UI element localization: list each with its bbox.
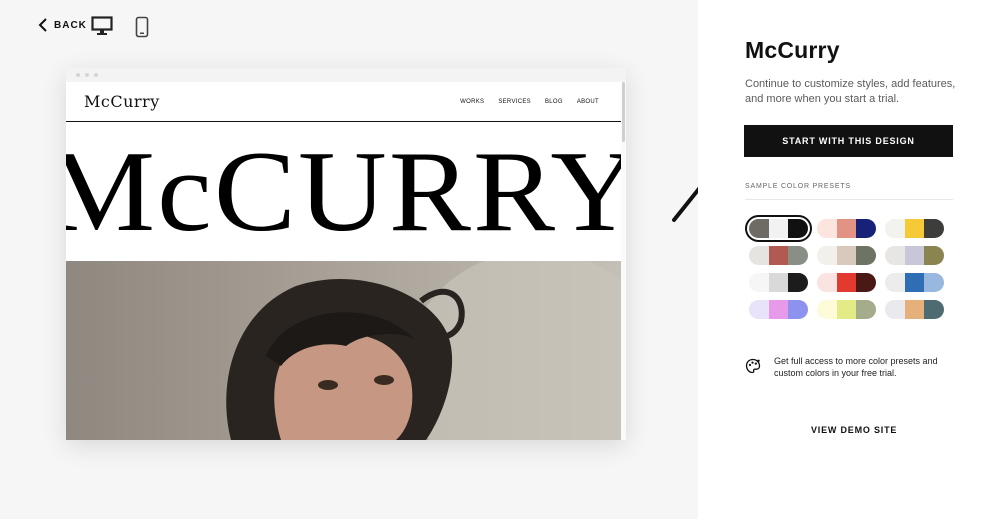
site-logo: McCurry [84, 92, 160, 111]
swatch-color [768, 219, 789, 238]
swatch-color [836, 300, 857, 319]
preview-window-chrome [66, 68, 626, 82]
swatch-color [856, 300, 876, 319]
color-preset-swatch[interactable] [817, 219, 876, 238]
swatch-color [904, 273, 925, 292]
swatch-color [924, 273, 944, 292]
hero-heading: McCURRY [66, 128, 626, 256]
swatch-color [856, 246, 876, 265]
divider [745, 199, 953, 200]
site-nav-item: BLOG [544, 98, 563, 105]
template-info-panel: McCurry Continue to customize styles, ad… [698, 0, 1000, 519]
color-preset-swatch[interactable] [885, 246, 944, 265]
swatch-color [749, 273, 769, 292]
swatch-color [788, 219, 808, 238]
swatch-color [885, 300, 905, 319]
color-preset-swatch[interactable] [745, 215, 812, 242]
portrait-image [226, 261, 621, 440]
site-header: McCurry WORKS SERVICES BLOG ABOUT [66, 82, 621, 122]
swatch-color [885, 273, 905, 292]
swatch-color [749, 246, 769, 265]
swatch-color [904, 219, 925, 238]
chevron-left-icon [38, 18, 47, 32]
palette-icon [745, 358, 761, 374]
swatch-color [856, 219, 876, 238]
template-title: McCurry [745, 37, 840, 63]
color-preset-swatch[interactable] [885, 219, 944, 238]
swatch-color [817, 300, 837, 319]
color-preset-swatch[interactable] [749, 246, 808, 265]
upgrade-note: Get full access to more color presets an… [774, 356, 938, 378]
swatch-color [768, 273, 789, 292]
swatch-color [856, 273, 876, 292]
color-preset-swatch[interactable] [749, 273, 808, 292]
view-demo-site-link[interactable]: VIEW DEMO SITE [811, 425, 897, 435]
hero-photo [66, 261, 621, 440]
site-nav-item: WORKS [460, 98, 485, 105]
color-preset-swatch[interactable] [817, 246, 876, 265]
swatch-color [836, 246, 857, 265]
site-nav-item: ABOUT [576, 98, 599, 105]
swatch-color [788, 273, 808, 292]
swatch-color [885, 246, 905, 265]
swatch-color [817, 273, 837, 292]
swatch-color [924, 246, 944, 265]
template-description: Continue to customize styles, add featur… [745, 78, 956, 105]
swatch-color [904, 246, 925, 265]
site-nav: WORKS SERVICES BLOG ABOUT [460, 99, 599, 105]
swatch-color [788, 300, 808, 319]
color-preset-swatch[interactable] [885, 300, 944, 319]
start-with-design-button[interactable]: START WITH THIS DESIGN [744, 125, 953, 157]
swatch-color [885, 219, 905, 238]
color-preset-swatch[interactable] [749, 300, 808, 319]
swatch-color [768, 246, 789, 265]
color-preset-swatch[interactable] [885, 273, 944, 292]
back-button[interactable]: BACK [38, 18, 87, 32]
swatch-color [768, 300, 789, 319]
template-preview[interactable]: McCurry WORKS SERVICES BLOG ABOUT McCURR… [66, 68, 626, 440]
swatch-color [904, 300, 925, 319]
site-nav-item: SERVICES [498, 98, 531, 105]
back-label: BACK [54, 19, 87, 31]
mobile-icon[interactable] [135, 16, 149, 38]
swatch-color [924, 219, 944, 238]
color-presets-heading: SAMPLE COLOR PRESETS [745, 183, 851, 190]
swatch-color [924, 300, 944, 319]
color-preset-swatch[interactable] [817, 273, 876, 292]
preview-site: McCurry WORKS SERVICES BLOG ABOUT McCURR… [66, 82, 626, 440]
swatch-color [836, 273, 857, 292]
color-preset-swatch[interactable] [817, 300, 876, 319]
swatch-color [836, 219, 857, 238]
swatch-color [749, 219, 769, 238]
swatch-color [817, 246, 837, 265]
swatch-color [817, 219, 837, 238]
swatch-color [749, 300, 769, 319]
preview-scrollbar[interactable] [621, 82, 626, 440]
desktop-icon[interactable] [91, 16, 113, 36]
swatch-color [788, 246, 808, 265]
